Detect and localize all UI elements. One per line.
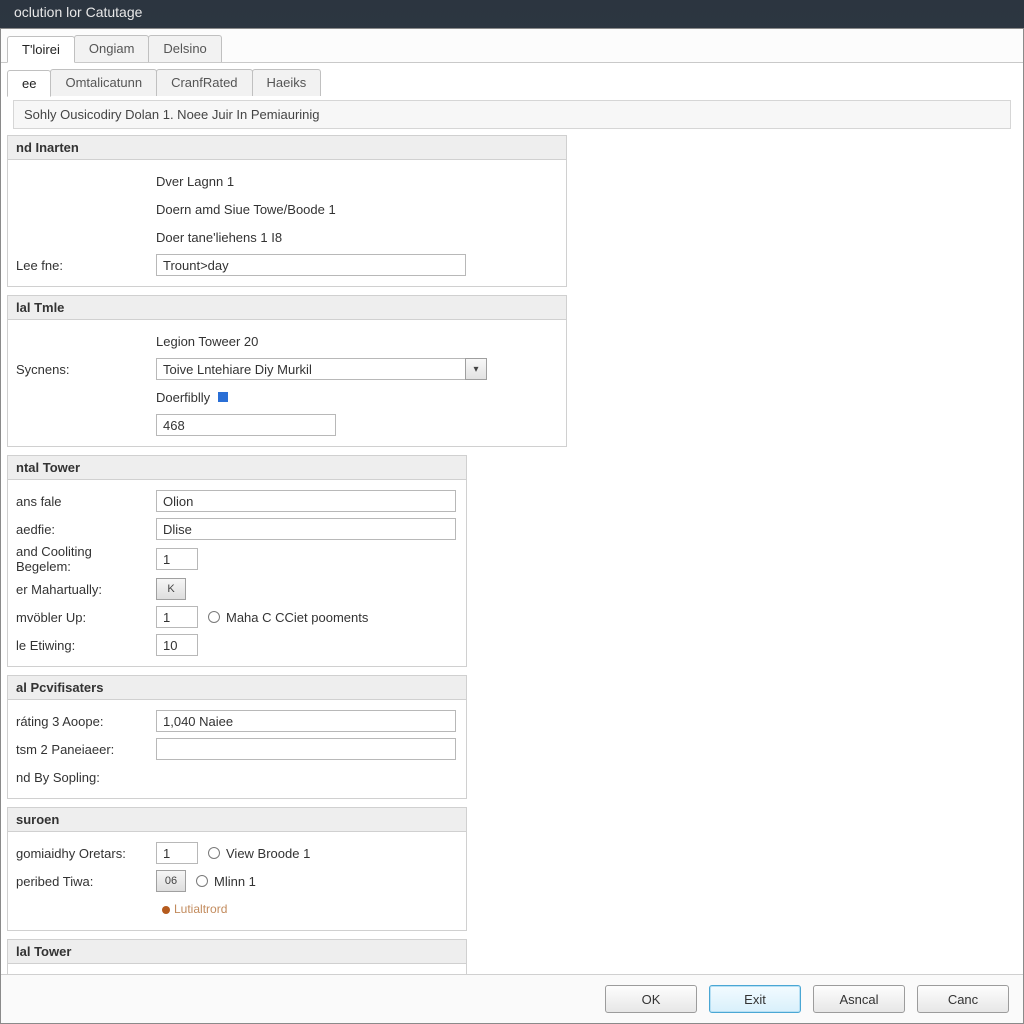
window-title: oclution lor Catutage (14, 4, 142, 20)
group-tmle-header: lal Tmle (8, 296, 566, 320)
perib-radio[interactable] (196, 875, 208, 887)
gom-input[interactable] (156, 842, 198, 864)
group-inarten-header: nd Inarten (8, 136, 566, 160)
group-lal-tower: lal Tower ikies Ingole egonsert (7, 939, 467, 974)
mobler-radio-label: Maha C CCiet pooments (226, 610, 368, 625)
subtab-ee[interactable]: ee (7, 70, 51, 97)
cancel-button[interactable]: Canc (917, 985, 1009, 1013)
tmle-line1: Legion Toweer 20 (156, 333, 258, 350)
inarten-line3: Doer tane'liehens 1 I8 (156, 229, 282, 246)
asncal-button[interactable]: Asncal (813, 985, 905, 1013)
mahart-button[interactable]: K (156, 578, 186, 600)
tab-delsino[interactable]: Delsino (148, 35, 221, 62)
sub-tabs: ee Omtalicatunn CranfRated Haeiks (1, 63, 1023, 96)
mobler-input[interactable] (156, 606, 198, 628)
info-banner: Sohly Ousicodiry Dolan 1. Noee Juir In P… (13, 100, 1011, 129)
mahart-label: er Mahartually: (16, 582, 156, 597)
content-area: Sohly Ousicodiry Dolan 1. Noee Juir In P… (1, 96, 1023, 974)
group-ntal-tower: ntal Tower ans fale aedfie: and Coolitin… (7, 455, 467, 667)
main-tabs: T'loirei Ongiam Delsino (1, 29, 1023, 63)
subtab-haeiks[interactable]: Haeiks (252, 69, 322, 96)
cooling-input[interactable] (156, 548, 198, 570)
gom-label: gomiaidhy Oretars: (16, 846, 156, 861)
group-pcvifisaters: al Pcvifisaters ráting 3 Aoope: tsm 2 Pa… (7, 675, 467, 799)
lee-fne-label: Lee fne: (16, 258, 156, 273)
gom-radio[interactable] (208, 847, 220, 859)
by-sop-label: nd By Sopling: (16, 770, 156, 785)
blue-indicator-icon (218, 392, 228, 402)
group-ntal-header: ntal Tower (8, 456, 466, 480)
doerfiblly-label: Doerfiblly (156, 390, 210, 405)
ans-fale-input[interactable] (156, 490, 456, 512)
chevron-down-icon: ▾ (473, 364, 478, 375)
flame-icon (162, 906, 170, 914)
aedfie-input[interactable] (156, 518, 456, 540)
r2p-label: tsm 2 Paneiaeer: (16, 742, 156, 757)
perib-button[interactable]: 06 (156, 870, 186, 892)
group-tmle: lal Tmle Legion Toweer 20 Sycnens: ▾ (7, 295, 567, 447)
subtab-omtalicatunn[interactable]: Omtalicatunn (50, 69, 157, 96)
etiwing-input[interactable] (156, 634, 198, 656)
sycnens-label: Sycnens: (16, 362, 156, 377)
r3a-input[interactable] (156, 710, 456, 732)
perib-radio-label: Mlinn 1 (214, 874, 256, 889)
inarten-line1: Dver Lagnn 1 (156, 173, 234, 190)
group-pcv-header: al Pcvifisaters (8, 676, 466, 700)
group-suroen-header: suroen (8, 808, 466, 832)
exit-button[interactable]: Exit (709, 985, 801, 1013)
ok-button[interactable]: OK (605, 985, 697, 1013)
gom-radio-label: View Broode 1 (226, 846, 310, 861)
r2p-input[interactable] (156, 738, 456, 760)
mobler-label: mvöbler Up: (16, 610, 156, 625)
doerfiblly-input[interactable] (156, 414, 336, 436)
group-lal-header: lal Tower (8, 940, 466, 964)
subtab-cranfrated[interactable]: CranfRated (156, 69, 252, 96)
tab-ongiam[interactable]: Ongiam (74, 35, 150, 62)
sycnens-input[interactable] (156, 358, 466, 380)
dialog-window: T'loirei Ongiam Delsino ee Omtalicatunn … (0, 28, 1024, 1024)
aedfie-label: aedfie: (16, 522, 156, 537)
group-inarten: nd Inarten Dver Lagnn 1 Doern amd Siue T… (7, 135, 567, 287)
etiwing-label: le Etiwing: (16, 638, 156, 653)
tab-tloirei[interactable]: T'loirei (7, 36, 75, 63)
title-bar: oclution lor Catutage (0, 0, 1024, 28)
dialog-footer: OK Exit Asncal Canc (1, 974, 1023, 1023)
lee-fne-input[interactable] (156, 254, 466, 276)
r3a-label: ráting 3 Aoope: (16, 714, 156, 729)
ans-fale-label: ans fale (16, 494, 156, 509)
lutialtrord-link: Lutialtrord (162, 902, 227, 916)
inarten-line2: Doern amd Siue Towe/Boode 1 (156, 201, 336, 218)
mobler-radio[interactable] (208, 611, 220, 623)
cooling-label: and Cooliting Begelem: (16, 544, 156, 574)
group-suroen: suroen gomiaidhy Oretars: View Broode 1 … (7, 807, 467, 931)
perib-label: peribed Tiwa: (16, 874, 156, 889)
sycnens-dropdown-button[interactable]: ▾ (465, 358, 487, 380)
